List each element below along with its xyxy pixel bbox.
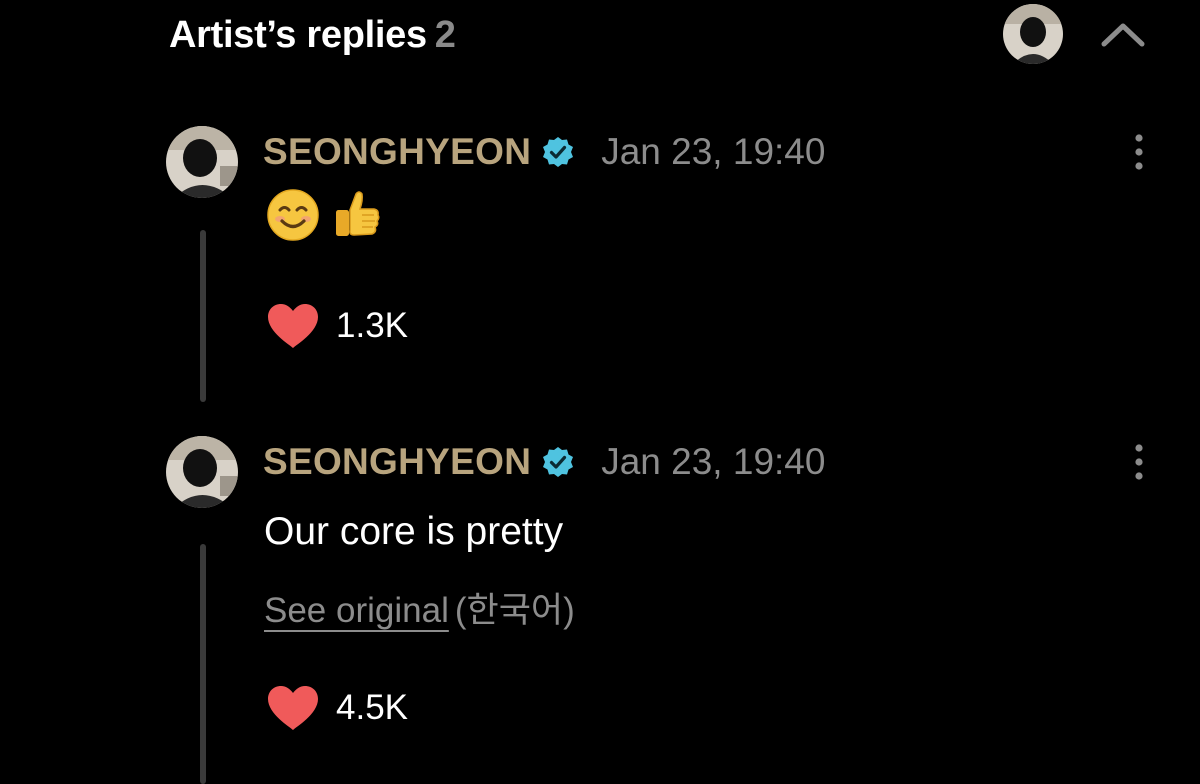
- thumbs-up-icon: [336, 191, 380, 236]
- avatar-image: [166, 126, 238, 198]
- heart-icon: [268, 304, 318, 348]
- like-count: 1.3K: [336, 306, 408, 345]
- more-options-button[interactable]: [1126, 128, 1152, 176]
- reply-count: 2: [434, 14, 456, 56]
- replies-header: Artist’s replies 2: [0, 0, 1200, 80]
- avatar-image: [1003, 4, 1063, 64]
- see-original-link[interactable]: See original: [264, 591, 449, 630]
- author-avatar[interactable]: [166, 126, 238, 198]
- verified-badge-icon: [543, 447, 574, 477]
- heart-icon: [268, 686, 318, 730]
- avatar-image: [166, 436, 238, 508]
- thread-line: [200, 544, 206, 784]
- author-name[interactable]: SEONGHYEON: [263, 441, 531, 483]
- original-language: (한국어): [454, 591, 575, 630]
- section-title: Artist’s replies 2: [169, 12, 456, 58]
- verified-badge-icon: [543, 137, 574, 167]
- reply-text: Our core is pretty: [264, 510, 564, 553]
- like-button[interactable]: 4.5K: [266, 684, 408, 732]
- reply-timestamp: Jan 23, 19:40: [601, 131, 826, 172]
- section-title-label: Artist’s replies: [169, 14, 427, 56]
- like-button[interactable]: 1.3K: [266, 302, 408, 350]
- reply-item: SEONGHYEON Jan 23, 19:40 1.3K: [0, 122, 1200, 412]
- chevron-up-icon: [1101, 23, 1145, 47]
- like-count: 4.5K: [336, 688, 408, 727]
- author-avatar[interactable]: [166, 436, 238, 508]
- translation-note: See original (한국어): [264, 582, 575, 633]
- reply-meta: SEONGHYEON Jan 23, 19:40: [263, 126, 825, 178]
- more-vertical-icon: [1135, 444, 1143, 480]
- smiling-face-icon: [267, 189, 319, 241]
- reply-emoji-body: [266, 188, 384, 244]
- thread-line: [200, 230, 206, 402]
- more-vertical-icon: [1135, 134, 1143, 170]
- reply-meta: SEONGHYEON Jan 23, 19:40: [263, 436, 825, 488]
- more-options-button[interactable]: [1126, 438, 1152, 486]
- reply-timestamp: Jan 23, 19:40: [601, 441, 826, 482]
- reply-item: SEONGHYEON Jan 23, 19:40 Our core is pre…: [0, 432, 1200, 784]
- header-avatar[interactable]: [1003, 4, 1063, 64]
- collapse-button[interactable]: [1098, 16, 1148, 52]
- author-name[interactable]: SEONGHYEON: [263, 131, 531, 173]
